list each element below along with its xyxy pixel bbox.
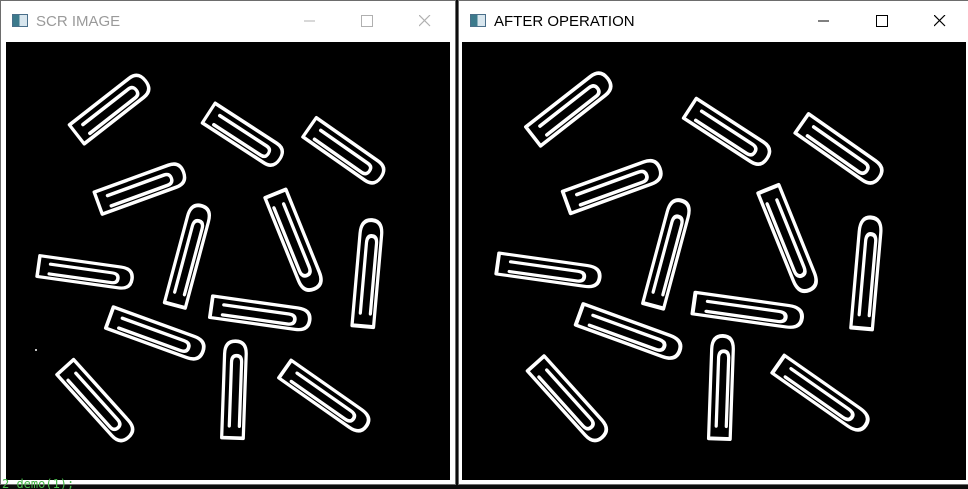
minimize-icon [818, 20, 829, 22]
paperclip-10 [103, 305, 209, 364]
source-window-title: SCR IMAGE [36, 13, 121, 30]
paperclip-4 [560, 155, 666, 216]
source-image-canvas [6, 42, 450, 480]
result-image-canvas [462, 42, 966, 480]
result-window-titlebar[interactable]: AFTER OPERATION [459, 1, 968, 41]
paperclip-9 [207, 294, 313, 334]
result-paperclips-image [494, 67, 888, 447]
maximize-button[interactable] [859, 1, 905, 41]
console-output-text: 2 demo(1); [2, 477, 75, 489]
minimize-button[interactable] [287, 1, 333, 41]
app-window-icon [12, 14, 28, 27]
desktop: SCR IMAGE AFTER OPERATION 2 demo(1); [0, 0, 968, 489]
paperclip-2 [681, 96, 776, 170]
paperclip-3 [793, 112, 888, 189]
paperclip-13 [770, 353, 874, 437]
minimize-icon [304, 20, 315, 22]
paperclip-7 [851, 217, 882, 330]
paperclip-8 [35, 253, 136, 292]
close-icon [419, 15, 431, 27]
paperclip-6 [263, 187, 327, 296]
paperclip-3 [301, 115, 390, 189]
paperclip-6 [756, 182, 822, 297]
paperclip-5 [643, 198, 692, 309]
paperclip-1 [67, 69, 155, 146]
minimize-button[interactable] [801, 1, 847, 41]
source-paperclips-image [35, 69, 390, 447]
maximize-button[interactable] [344, 1, 390, 41]
maximize-icon [361, 15, 373, 27]
paperclip-2 [200, 101, 288, 171]
paperclip-11 [525, 354, 613, 447]
paperclip-9 [692, 292, 803, 329]
paperclip-5 [162, 201, 214, 310]
close-button[interactable] [402, 1, 448, 41]
app-window-icon [470, 14, 486, 27]
result-window-title: AFTER OPERATION [494, 13, 635, 30]
paperclip-13 [277, 358, 375, 437]
close-button[interactable] [917, 1, 963, 41]
source-image-window[interactable]: SCR IMAGE [0, 0, 456, 485]
paperclip-8 [494, 251, 603, 291]
paperclip-12 [706, 333, 736, 442]
paperclip-1 [524, 67, 617, 148]
result-image-window[interactable]: AFTER OPERATION [458, 0, 968, 485]
close-icon [934, 15, 946, 27]
source-window-titlebar[interactable]: SCR IMAGE [1, 1, 455, 41]
paperclip-11 [55, 357, 139, 447]
noise-dot [35, 349, 37, 351]
paperclip-7 [350, 217, 385, 330]
paperclip-12 [219, 339, 249, 441]
maximize-icon [876, 15, 888, 27]
paperclip-10 [573, 301, 686, 364]
paperclip-4 [92, 159, 190, 216]
